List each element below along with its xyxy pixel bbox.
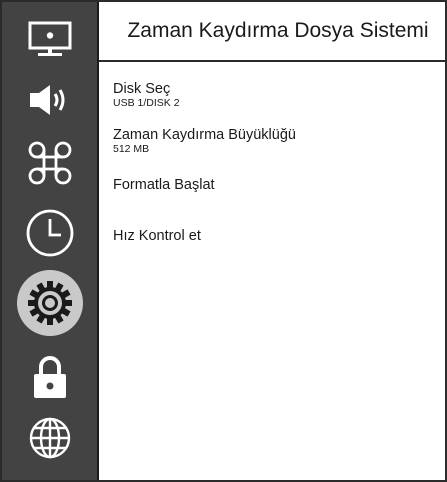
title-bar: Zaman Kaydırma Dosya Sistemi [99, 2, 445, 62]
menu-item-value: 512 MB [113, 143, 150, 155]
speaker-icon [29, 85, 64, 115]
menu-item-label: Hız Kontrol et [113, 228, 201, 244]
sidebar-item-picture[interactable] [2, 8, 97, 72]
sidebar-item-timer[interactable] [2, 201, 97, 265]
page-title: Zaman Kaydırma Dosya Sistemi [127, 19, 429, 42]
menu-item-label: Zaman Kaydırma Büyüklüğü [113, 127, 296, 143]
content-panel: Zaman Kaydırma Dosya Sistemi Disk Seç US… [99, 2, 445, 480]
menu-item-disk-select[interactable]: Disk Seç USB 1/DISK 2 [113, 81, 180, 109]
command-icon [28, 141, 71, 185]
menu-item-label: Disk Seç [113, 81, 171, 97]
sidebar-item-sound[interactable] [2, 68, 97, 132]
menu-item-label: Formatla Başlat [113, 177, 215, 193]
sidebar [2, 2, 99, 480]
sidebar-item-features[interactable] [2, 131, 97, 195]
settings-window: Zaman Kaydırma Dosya Sistemi Disk Seç US… [0, 0, 447, 482]
globe-icon [29, 417, 70, 459]
menu-item-value: USB 1/DISK 2 [113, 97, 180, 109]
sidebar-item-lock[interactable] [2, 345, 97, 409]
sidebar-item-setup[interactable] [2, 268, 97, 338]
gear-icon [27, 281, 72, 325]
menu-item-speed-check[interactable]: Hız Kontrol et [113, 228, 201, 244]
lock-icon [33, 356, 66, 398]
clock-icon [26, 209, 73, 257]
menu-item-format-start[interactable]: Formatla Başlat [113, 177, 215, 193]
sidebar-item-language[interactable] [2, 406, 97, 470]
selected-highlight [16, 270, 83, 336]
menu-item-timeshift-size[interactable]: Zaman Kaydırma Büyüklüğü 512 MB [113, 127, 296, 155]
picture-settings-icon [28, 21, 71, 56]
